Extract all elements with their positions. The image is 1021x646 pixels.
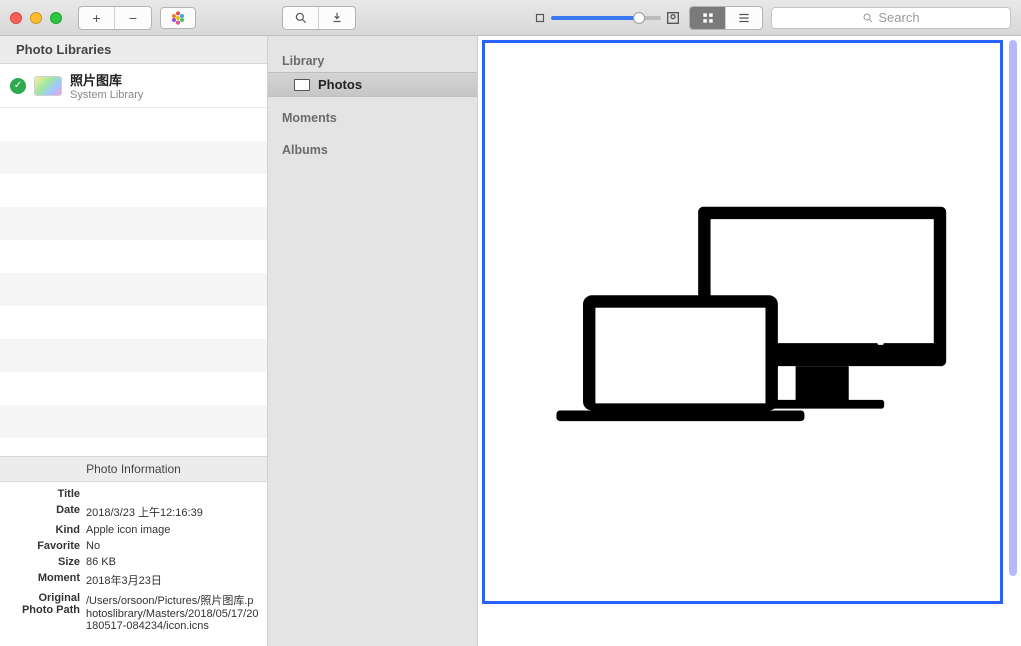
nav-item-label: Photos — [318, 77, 362, 92]
info-value: Apple icon image — [86, 524, 259, 536]
info-key: Title — [8, 488, 86, 500]
info-value: 2018/3/23 上午12:16:39 — [86, 504, 259, 520]
info-row-favorite: Favorite No — [8, 540, 259, 552]
devices-icon — [521, 189, 964, 455]
library-title: 照片图库 — [70, 70, 143, 89]
nav-item-photos[interactable]: Photos — [268, 72, 477, 97]
info-key: Size — [8, 556, 86, 568]
grid-icon — [701, 11, 715, 25]
info-key: Favorite — [8, 540, 86, 552]
info-value: 2018年3月23日 — [86, 572, 259, 588]
list-icon — [737, 11, 751, 25]
info-key: Moment — [8, 572, 86, 584]
flower-icon — [170, 10, 186, 26]
zoom-slider-thumb[interactable] — [633, 12, 645, 24]
check-icon: ✓ — [10, 78, 26, 94]
zoom-large-icon — [665, 10, 681, 26]
nav-section-moments[interactable]: Moments — [268, 105, 477, 129]
info-header: Photo Information — [0, 456, 267, 482]
library-thumb-icon — [34, 76, 62, 96]
zoom-small-icon — [533, 11, 547, 25]
minimize-icon[interactable] — [30, 12, 42, 24]
list-view-button[interactable] — [726, 7, 762, 29]
library-list: ✓ 照片图库 System Library — [0, 64, 267, 108]
info-row-title: Title — [8, 488, 259, 500]
zoom-slider[interactable] — [551, 16, 661, 20]
nav-section-library[interactable]: Library — [268, 48, 477, 72]
remove-button[interactable]: − — [115, 7, 151, 29]
selected-photo[interactable] — [482, 40, 1003, 604]
info-value: /Users/orsoon/Pictures/照片图库.photoslibrar… — [86, 592, 259, 632]
search-placeholder: Search — [878, 10, 919, 25]
info-row-path: Original Photo Path /Users/orsoon/Pictur… — [8, 592, 259, 632]
zoom-controls — [533, 10, 681, 26]
search-field[interactable]: Search — [771, 7, 1011, 29]
info-key: Kind — [8, 524, 86, 536]
maximize-icon[interactable] — [50, 12, 62, 24]
search-icon — [862, 12, 874, 24]
scrollbar-thumb[interactable] — [1009, 40, 1017, 576]
info-value: 86 KB — [86, 556, 259, 568]
sidebar-header: Photo Libraries — [0, 36, 267, 64]
nav-section-albums[interactable]: Albums — [268, 137, 477, 161]
info-row-size: Size 86 KB — [8, 556, 259, 568]
info-row-moment: Moment 2018年3月23日 — [8, 572, 259, 588]
main-layout: Photo Libraries ✓ 照片图库 System Library Ph… — [0, 36, 1021, 646]
info-key: Original Photo Path — [8, 592, 86, 616]
app-icon-button[interactable] — [160, 7, 196, 29]
preview-pane — [478, 36, 1021, 646]
window-controls — [10, 12, 62, 24]
library-subtitle: System Library — [70, 89, 143, 101]
info-row-date: Date 2018/3/23 上午12:16:39 — [8, 504, 259, 520]
info-grid: Title Date 2018/3/23 上午12:16:39 Kind App… — [0, 482, 267, 646]
library-row[interactable]: ✓ 照片图库 System Library — [0, 64, 267, 108]
info-key: Date — [8, 504, 86, 516]
inspect-group — [282, 6, 356, 30]
add-remove-group: + − — [78, 6, 152, 30]
navigator: Library Photos Moments Albums — [268, 36, 478, 646]
magnify-button[interactable] — [283, 7, 319, 29]
scan-icon — [330, 11, 344, 25]
scan-button[interactable] — [319, 7, 355, 29]
info-row-kind: Kind Apple icon image — [8, 524, 259, 536]
library-text: 照片图库 System Library — [70, 70, 143, 101]
info-value: No — [86, 540, 259, 552]
preview-scrollbar[interactable] — [1007, 40, 1019, 604]
library-empty-rows — [0, 108, 267, 456]
grid-view-button[interactable] — [690, 7, 726, 29]
close-icon[interactable] — [10, 12, 22, 24]
photos-icon — [294, 79, 310, 91]
view-mode-group — [689, 6, 763, 30]
add-button[interactable]: + — [79, 7, 115, 29]
sidebar: Photo Libraries ✓ 照片图库 System Library Ph… — [0, 36, 268, 646]
toolbar: + − Search — [0, 0, 1021, 36]
magnifier-icon — [294, 11, 308, 25]
